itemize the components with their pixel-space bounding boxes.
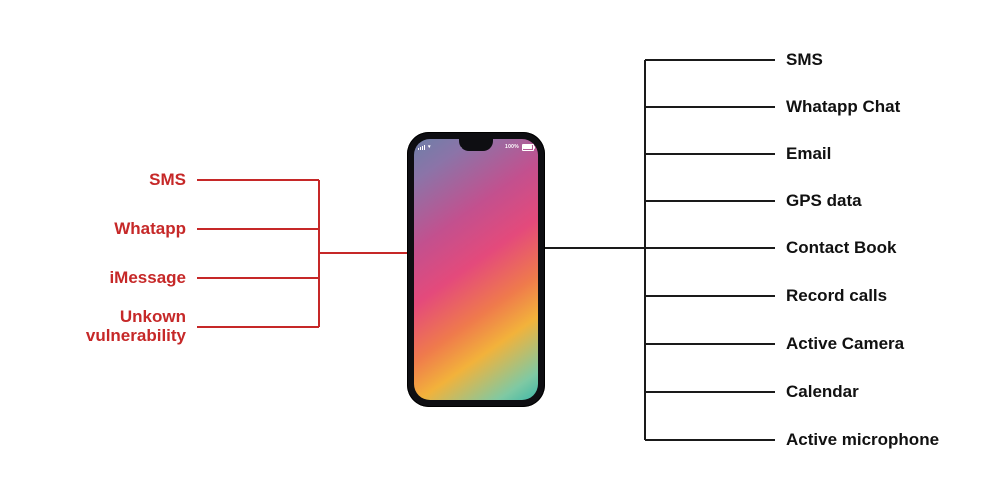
right-item-whatapp-chat: Whatapp Chat — [786, 98, 900, 117]
right-item-active-microphone: Active microphone — [786, 431, 939, 450]
right-item-calendar: Calendar — [786, 383, 859, 402]
left-item-imessage: iMessage — [109, 269, 186, 288]
left-item-sms: SMS — [149, 171, 186, 190]
right-item-email: Email — [786, 145, 831, 164]
phone-screen — [414, 139, 538, 400]
right-item-sms: SMS — [786, 51, 823, 70]
right-item-contact-book: Contact Book — [786, 239, 897, 258]
right-item-record-calls: Record calls — [786, 287, 887, 306]
phone-notch — [459, 139, 493, 151]
right-item-gps-data: GPS data — [786, 192, 862, 211]
diagram-canvas: ▾ 16:35 100% SMS Whatapp iMessage Unkown… — [0, 0, 1000, 501]
left-item-unknown-vulnerability: Unkown vulnerability — [86, 308, 186, 345]
signal-icon — [418, 145, 425, 150]
statusbar-battery-text: 100% — [505, 144, 519, 150]
right-item-active-camera: Active Camera — [786, 335, 904, 354]
wifi-icon: ▾ — [428, 144, 431, 150]
left-item-whatapp: Whatapp — [114, 220, 186, 239]
smartphone: ▾ 16:35 100% — [407, 132, 545, 407]
battery-icon — [522, 144, 534, 151]
